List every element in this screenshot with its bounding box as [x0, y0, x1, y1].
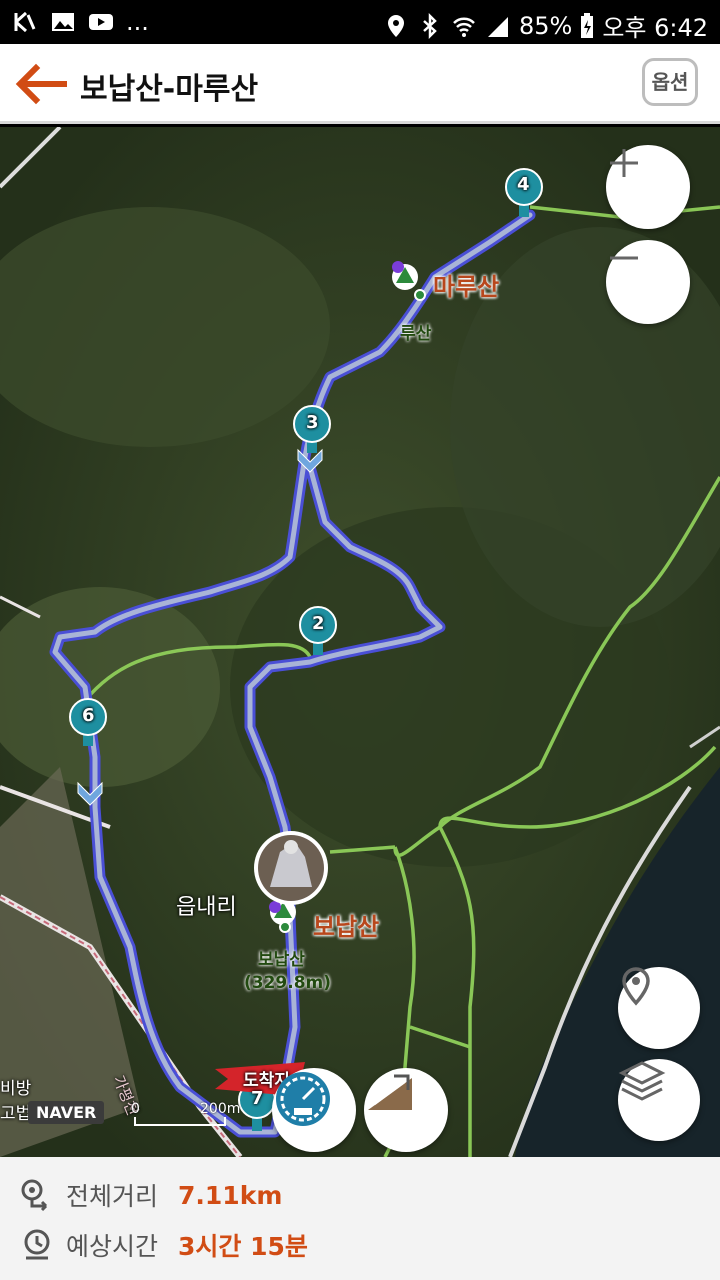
plus-icon	[610, 149, 638, 177]
speed-gauge-button[interactable]	[272, 1068, 356, 1152]
elevation-icon	[368, 1074, 412, 1110]
time-row: 예상시간 3시간 15분	[20, 1227, 308, 1263]
map-text-left-1: 비방	[0, 1079, 32, 1099]
waypoint-7[interactable]: 7	[251, 1088, 264, 1109]
waypoint-4[interactable]: 4	[517, 174, 530, 195]
route-summary-panel: 전체거리 7.11km 예상시간 3시간 15분	[0, 1157, 720, 1280]
location-pin-icon	[622, 967, 650, 1006]
map-layers-button[interactable]	[618, 1059, 700, 1141]
layers-icon	[618, 1061, 666, 1101]
marusan-label: 마루산	[433, 273, 500, 301]
village-label: 읍내리	[176, 895, 237, 920]
page-title: 보납산-마루산	[80, 72, 259, 107]
naver-attribution: NAVER	[28, 1101, 105, 1124]
zoom-out-button[interactable]	[606, 240, 690, 324]
app-bar: 보납산-마루산 옵션	[0, 44, 720, 124]
waypoint-2[interactable]: 2	[312, 613, 325, 634]
route-distance-icon	[21, 1179, 48, 1212]
distance-value: 7.11km	[178, 1180, 283, 1210]
status-more: ...	[126, 8, 149, 36]
scale-distance: 200m	[200, 1101, 241, 1117]
signal-icon	[487, 16, 508, 37]
time-label: 예상시간	[66, 1232, 159, 1261]
options-button[interactable]: 옵션	[642, 58, 698, 106]
bluetooth-icon	[423, 12, 437, 39]
bonapsan-small-label: 보납산	[258, 950, 305, 970]
waypoint-3[interactable]: 3	[306, 412, 319, 433]
distance-row: 전체거리 7.11km	[20, 1177, 282, 1213]
battery-icon	[581, 12, 594, 38]
minus-icon	[610, 256, 638, 260]
elevation-profile-button[interactable]	[364, 1068, 448, 1152]
back-arrow-icon	[15, 63, 67, 105]
wifi-icon	[453, 17, 475, 37]
battery-percent: 85%	[518, 11, 573, 40]
distance-label: 전체거리	[66, 1182, 159, 1211]
image-icon	[52, 13, 74, 31]
zoom-in-button[interactable]	[606, 145, 690, 229]
photo-thumbnail[interactable]	[254, 831, 328, 905]
estimated-time-icon	[24, 1229, 50, 1260]
my-location-button[interactable]	[618, 967, 700, 1049]
youtube-icon	[89, 14, 113, 30]
bonapsan-altitude: (329.8m)	[244, 973, 332, 993]
k-icon	[14, 11, 36, 33]
status-bar: ... 85% 오후 6:42	[0, 0, 720, 44]
waypoint-6[interactable]: 6	[82, 705, 95, 726]
scale-zero: 0	[131, 1101, 140, 1117]
back-button[interactable]	[12, 60, 68, 108]
location-icon	[387, 14, 404, 37]
time-value: 3시간 15분	[178, 1232, 308, 1261]
bonapsan-label: 보납산	[313, 913, 380, 941]
map-view[interactable]: 4 3 2 6 7 마루산 루산 보납산 보납산 (329.8m) 읍내리 도착…	[0, 127, 720, 1157]
status-time: 오후 6:42	[602, 14, 708, 42]
gauge-icon	[276, 1072, 330, 1126]
marusan-small-label: 루산	[400, 324, 432, 344]
